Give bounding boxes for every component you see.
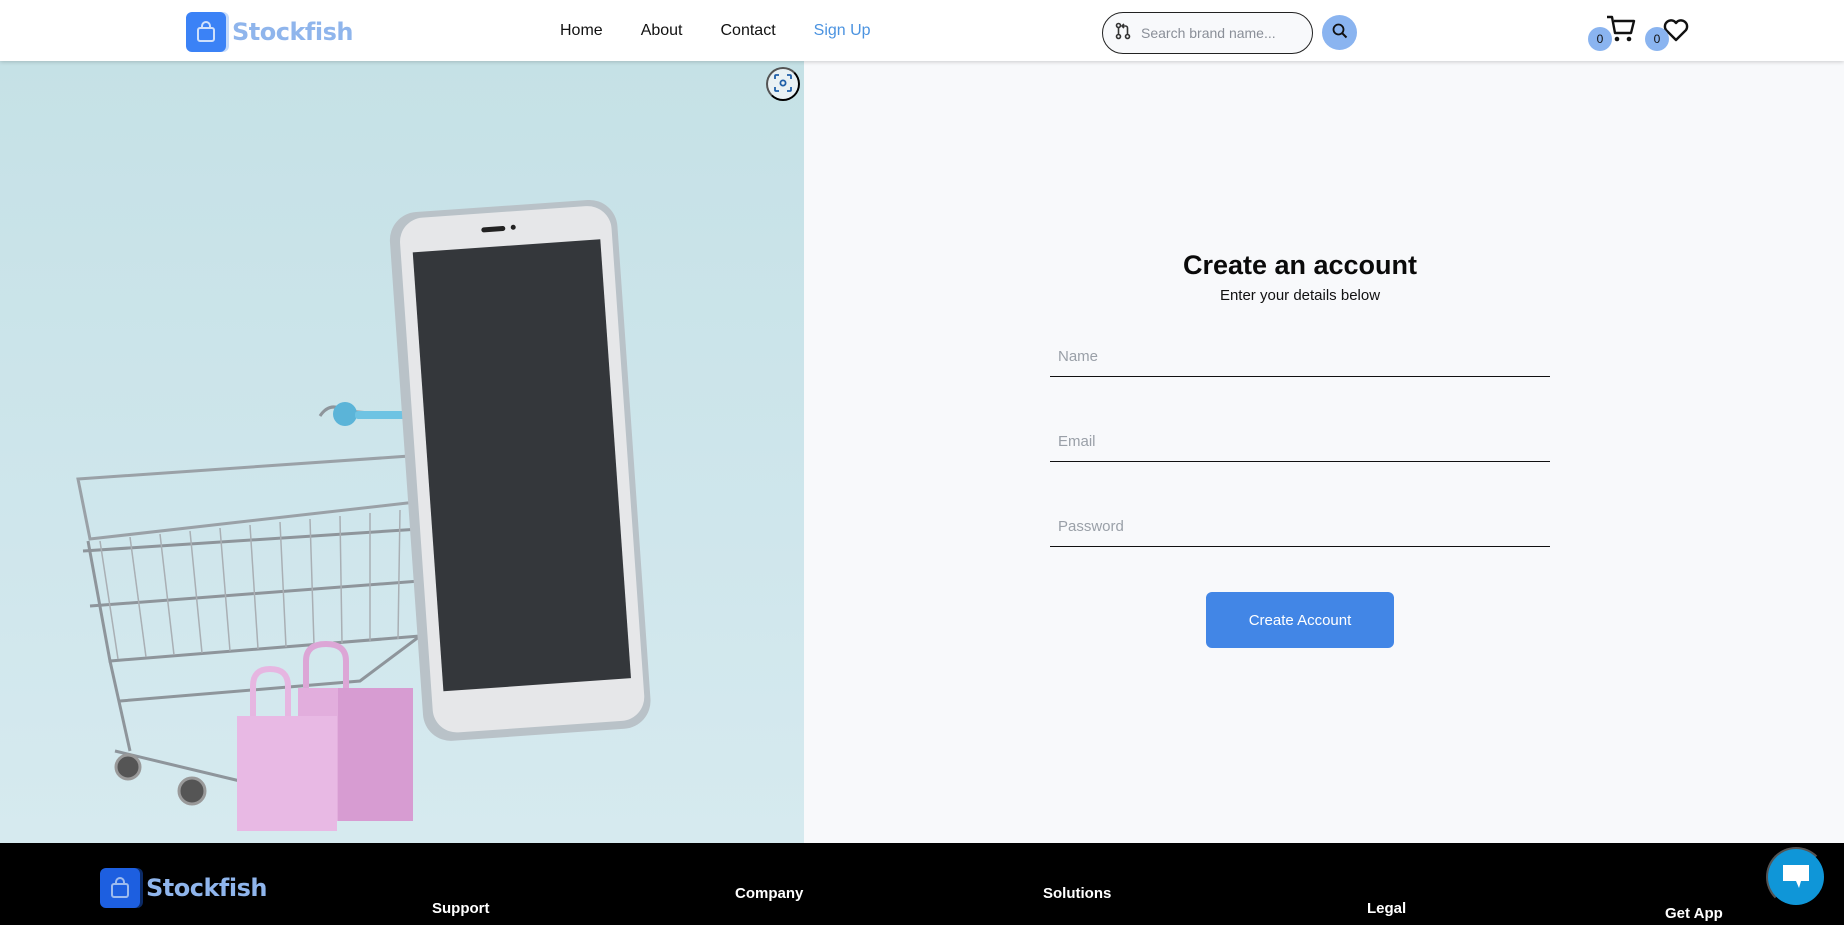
main-nav: Home About Contact Sign Up [560,22,909,40]
site-header: Stockfish Home About Contact Sign Up 0 0 [0,0,1844,61]
nav-contact[interactable]: Contact [721,22,776,40]
scan-icon [774,73,792,95]
chat-bubble-icon [1781,862,1811,893]
form-subtitle: Enter your details below [1219,287,1381,304]
name-field[interactable] [1050,337,1550,377]
wishlist-count-badge: 0 [1645,27,1669,51]
footer-heading-get-app: Get App [1665,905,1723,922]
search-box [1102,12,1313,54]
form-title: Create an account [1182,250,1418,280]
shopping-bag-logo-icon [100,868,140,908]
site-footer: Stockfish Support Company Solutions Lega… [0,843,1844,925]
shopping-illustration [76,199,651,831]
search-input[interactable] [1141,25,1291,41]
shopping-bag-logo-icon [186,12,226,52]
hero-image [0,61,804,843]
footer-heading-legal: Legal [1367,900,1407,917]
brand-logo[interactable]: Stockfish [186,12,353,52]
chat-button[interactable] [1766,847,1826,907]
nav-sign-up[interactable]: Sign Up [814,22,871,40]
footer-brand-name: Stockfish [146,874,267,902]
search-icon [1332,23,1348,42]
brand-name: Stockfish [232,18,353,46]
nav-about[interactable]: About [641,22,683,40]
footer-brand-logo[interactable]: Stockfish [100,868,267,908]
nav-home[interactable]: Home [560,22,603,40]
password-field[interactable] [1050,507,1550,547]
footer-heading-company: Company [735,885,804,902]
cart-count-badge: 0 [1588,27,1612,51]
create-account-button[interactable]: Create Account [1206,592,1394,648]
visual-search-button[interactable] [766,67,800,101]
signup-form: Create an account Enter your details bel… [1050,250,1550,648]
footer-heading-support: Support [432,900,490,917]
pull-request-icon [1115,22,1131,44]
footer-heading-solutions: Solutions [1043,885,1112,902]
search-button[interactable] [1322,15,1357,50]
email-field[interactable] [1050,422,1550,462]
